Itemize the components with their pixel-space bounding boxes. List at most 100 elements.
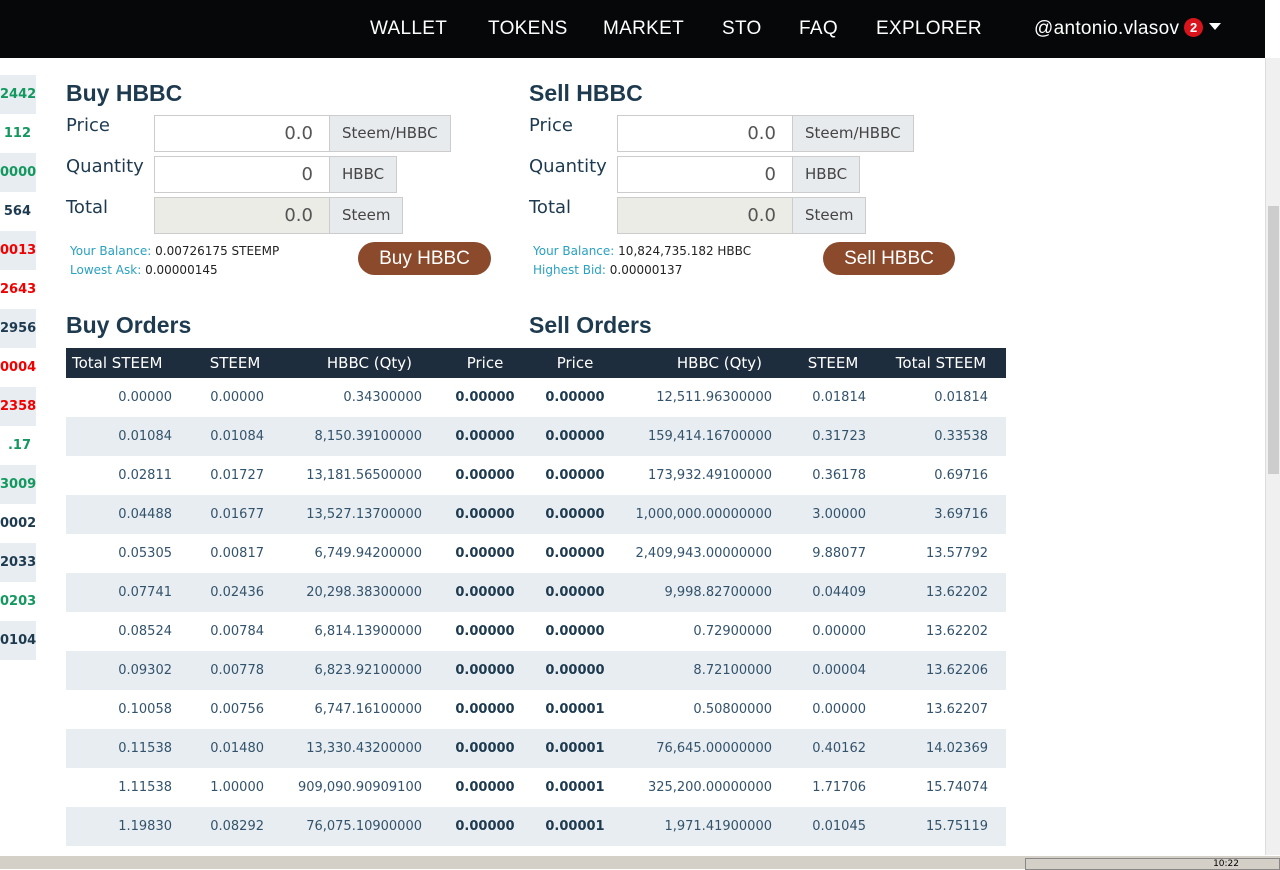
column-header: STEEM xyxy=(190,348,280,378)
ticker-item[interactable]: 2442 xyxy=(0,75,36,114)
order-cell: 0.08524 xyxy=(118,624,172,639)
nav-faq[interactable]: FAQ xyxy=(799,18,838,40)
ticker-column: 2442 112 0000 564 0013 2643 2956 0004 2358.17 300… xyxy=(0,75,36,660)
order-cell: 0.00000 xyxy=(545,624,605,639)
ticker-item[interactable]: 0104 xyxy=(0,621,36,660)
price-label: Price xyxy=(66,115,110,136)
total-unit: Steem xyxy=(793,197,867,234)
caret-down-icon xyxy=(1209,23,1222,30)
order-cell: 0.00000 xyxy=(440,495,530,534)
notification-badge: 2 xyxy=(1184,18,1204,37)
nav-market[interactable]: MARKET xyxy=(603,18,684,40)
order-row[interactable]: 1.11538 1.00000 909,090.90909100 0.00000 0.0… xyxy=(66,768,1006,807)
order-cell: 0.00000 xyxy=(530,495,620,534)
top-navbar: WALLET TOKENS MARKET STO FAQ EXPLORER @a… xyxy=(0,0,1265,58)
order-cell: 0.04488 xyxy=(66,495,190,534)
column-header: STEEM xyxy=(790,348,876,378)
order-cell: 909,090.90909100 xyxy=(297,780,422,795)
order-cell: 0.00000 xyxy=(530,573,620,612)
scrollbar-thumb[interactable] xyxy=(1268,206,1279,474)
order-cell: 0.00000 xyxy=(455,390,515,405)
order-cell: 0.00001 xyxy=(530,807,620,846)
order-row[interactable]: 0.09302 0.00778 6,823.92100000 0.00000 0.000… xyxy=(66,651,1006,690)
ticker-item[interactable]: 3009 xyxy=(0,465,36,504)
user-menu[interactable]: @antonio.vlasov 2 xyxy=(1034,18,1222,40)
nav-sto[interactable]: STO xyxy=(722,18,762,40)
column-header: Total STEEM xyxy=(876,348,1006,378)
order-cell: 13.62206 xyxy=(876,651,1006,690)
order-row[interactable]: 0.08524 0.00784 6,814.13900000 0.00000 0.000… xyxy=(66,612,1006,651)
order-cell: 0.04409 xyxy=(790,573,876,612)
ticker-item[interactable]: 0203 xyxy=(0,582,36,621)
nav-tokens[interactable]: TOKENS xyxy=(488,18,568,40)
sell-quantity-input[interactable]: 0 xyxy=(617,156,793,193)
order-cell: 0.00000 xyxy=(455,546,515,561)
ticker-item[interactable]: 112 xyxy=(0,114,36,153)
ticker-item[interactable]: 2358 xyxy=(0,387,36,426)
highest-bid-line[interactable]: Highest Bid: 0.00000137 xyxy=(533,263,682,277)
order-cell: 0.10058 xyxy=(118,702,172,717)
order-cell: 0.05305 xyxy=(118,546,172,561)
ticker-item[interactable]: 564 xyxy=(0,192,36,231)
order-row[interactable]: 0.02811 0.01727 13,181.56500000 0.00000 0.00… xyxy=(66,456,1006,495)
order-cell: 0.00000 xyxy=(440,651,530,690)
buy-price-input[interactable]: 0.0 xyxy=(154,115,330,152)
ticker-item[interactable]: 0013 xyxy=(0,231,36,270)
order-cell: 0.33538 xyxy=(876,417,1006,456)
order-cell: 14.02369 xyxy=(876,729,1006,768)
nav-wallet[interactable]: WALLET xyxy=(370,18,447,40)
order-cell: 0.00000 xyxy=(812,624,866,639)
order-cell: 13.62202 xyxy=(876,573,1006,612)
order-row[interactable]: 1.19830 0.08292 76,075.10900000 0.00000 0.00… xyxy=(66,807,1006,846)
order-cell: 0.00000 xyxy=(530,651,620,690)
order-cell: 8.72100000 xyxy=(620,651,790,690)
sell-button[interactable]: Sell HBBC xyxy=(823,242,955,275)
order-cell: 0.36178 xyxy=(812,468,866,483)
order-cell: 325,200.00000000 xyxy=(647,780,772,795)
order-cell: 0.40162 xyxy=(790,729,876,768)
order-cell: 1.71706 xyxy=(812,780,866,795)
quantity-label: Quantity xyxy=(66,156,144,177)
order-row[interactable]: 0.10058 0.00756 6,747.16100000 0.00000 0.000… xyxy=(66,690,1006,729)
nav-explorer[interactable]: EXPLORER xyxy=(876,18,982,40)
order-cell: 12,511.96300000 xyxy=(656,390,772,405)
buy-button[interactable]: Buy HBBC xyxy=(358,242,491,275)
order-cell: 9,998.82700000 xyxy=(620,573,790,612)
order-cell: 0.00000 xyxy=(545,546,605,561)
ticker-item[interactable]: 0000 xyxy=(0,153,36,192)
order-cell: 0.00001 xyxy=(545,702,605,717)
sell-price-input[interactable]: 0.0 xyxy=(617,115,793,152)
order-cell: 1,000,000.00000000 xyxy=(620,495,790,534)
order-cell: 13.62202 xyxy=(925,624,988,639)
order-cell: 0.00778 xyxy=(190,651,280,690)
order-row[interactable]: 0.11538 0.01480 13,330.43200000 0.00000 0.00… xyxy=(66,729,1006,768)
order-cell: 0.02811 xyxy=(118,468,172,483)
order-cell: 0.00001 xyxy=(545,780,605,795)
order-row[interactable]: 0.00000 0.00000 0.34300000 0.00000 0.00000 12… xyxy=(66,378,1006,417)
ticker-item[interactable]: .17 xyxy=(0,426,36,465)
buy-panel: Buy HBBC Price 0.0 Steem/HBBC Quantity 0 HBB… xyxy=(66,80,506,277)
price-label: Price xyxy=(529,115,573,136)
order-cell: 0.00004 xyxy=(790,651,876,690)
vertical-scrollbar[interactable] xyxy=(1265,58,1280,855)
order-cell: 1.00000 xyxy=(210,780,264,795)
ticker-item[interactable]: 2643 xyxy=(0,270,36,309)
order-row[interactable]: 0.04488 0.01677 13,527.13700000 0.00000 0.00… xyxy=(66,495,1006,534)
lowest-ask-line[interactable]: Lowest Ask: 0.00000145 xyxy=(70,263,218,277)
order-row[interactable]: 0.07741 0.02436 20,298.38300000 0.00000 0.00… xyxy=(66,573,1006,612)
order-row[interactable]: 0.01084 0.01084 8,150.39100000 0.00000 0.000… xyxy=(66,417,1006,456)
price-unit: Steem/HBBC xyxy=(793,115,914,152)
order-cell: 0.00000 xyxy=(440,807,530,846)
order-cell: 13,330.43200000 xyxy=(280,729,440,768)
order-cell: 0.00756 xyxy=(210,702,264,717)
ticker-item[interactable]: 0004 xyxy=(0,348,36,387)
buy-quantity-input[interactable]: 0 xyxy=(154,156,330,193)
ticker-item[interactable]: 2033 xyxy=(0,543,36,582)
order-cell: 76,645.00000000 xyxy=(620,729,790,768)
order-row[interactable]: 0.05305 0.00817 6,749.94200000 0.00000 0.000… xyxy=(66,534,1006,573)
buy-title: Buy HBBC xyxy=(66,80,183,106)
ticker-item[interactable]: 0002 xyxy=(0,504,36,543)
ticker-item[interactable]: 2956 xyxy=(0,309,36,348)
sell-panel: Sell HBBC Price 0.0 Steem/HBBC Quantity 0 HB… xyxy=(529,80,969,277)
order-cell: 0.69716 xyxy=(934,468,988,483)
